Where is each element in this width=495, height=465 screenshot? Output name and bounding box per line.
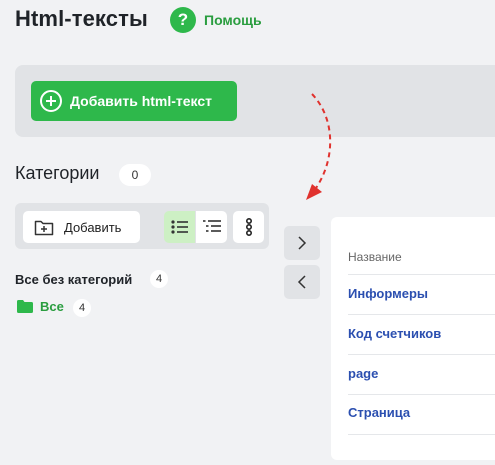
table-row-link[interactable]: page bbox=[348, 366, 378, 381]
add-html-text-button[interactable]: Добавить html-текст bbox=[31, 81, 237, 121]
category-all-count: 4 bbox=[73, 299, 91, 317]
folder-icon bbox=[17, 300, 33, 313]
more-options-button[interactable] bbox=[233, 211, 264, 243]
help-link[interactable]: ? Помощь bbox=[170, 7, 262, 33]
folder-plus-icon bbox=[34, 220, 54, 236]
add-category-label: Добавить bbox=[64, 219, 122, 235]
table-row-link[interactable]: Страница bbox=[348, 405, 410, 420]
add-category-button[interactable]: Добавить bbox=[23, 211, 140, 243]
categories-title: Категории bbox=[15, 163, 100, 183]
categories-count-badge: 0 bbox=[119, 164, 151, 186]
category-all-label: Все bbox=[40, 299, 64, 314]
expand-panel-button[interactable] bbox=[284, 226, 320, 260]
list-view-button[interactable] bbox=[164, 211, 195, 243]
add-html-text-label: Добавить html-текст bbox=[70, 93, 213, 109]
vertical-dots-icon bbox=[245, 218, 252, 236]
collapse-panel-button[interactable] bbox=[284, 265, 320, 299]
tree-view-button[interactable] bbox=[196, 211, 227, 243]
help-label: Помощь bbox=[204, 12, 262, 28]
category-all-item[interactable]: Все bbox=[17, 299, 64, 314]
tree-list-icon bbox=[202, 220, 221, 232]
table-divider bbox=[348, 314, 495, 315]
table-divider bbox=[348, 354, 495, 355]
table-row-link[interactable]: Информеры bbox=[348, 286, 428, 301]
list-icon bbox=[170, 220, 188, 234]
table-divider bbox=[348, 274, 495, 275]
table-row-link[interactable]: Код счетчиков bbox=[348, 326, 441, 341]
plus-circle-icon bbox=[40, 90, 62, 112]
chevron-right-icon bbox=[298, 236, 307, 250]
table-divider bbox=[348, 434, 495, 435]
dashed-arrow-annotation bbox=[306, 93, 332, 200]
uncategorized-item[interactable]: Все без категорий bbox=[15, 272, 132, 287]
column-header-name: Название bbox=[348, 250, 402, 264]
chevron-left-icon bbox=[297, 275, 306, 289]
help-icon: ? bbox=[170, 7, 196, 33]
uncategorized-count: 4 bbox=[150, 270, 168, 288]
page-title: Html-тексты bbox=[15, 6, 148, 31]
table-divider bbox=[348, 394, 495, 395]
